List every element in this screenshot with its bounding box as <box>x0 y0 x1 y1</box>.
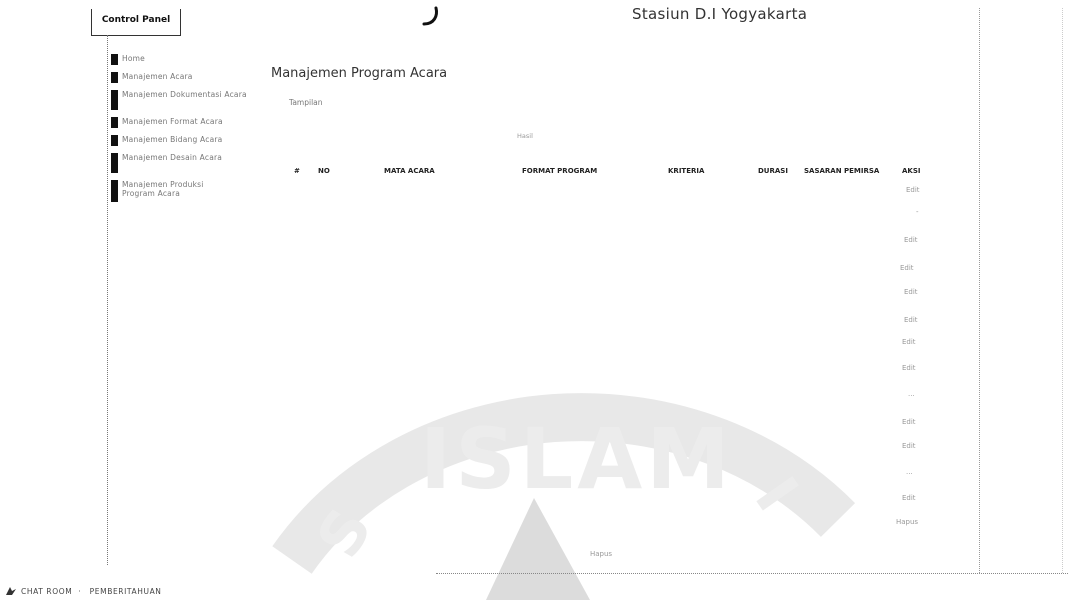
aksi-edit-link[interactable]: Edit <box>902 442 916 450</box>
bottom-center-text: Hapus <box>590 550 613 558</box>
sidebar-item-label: Manajemen Desain Acara <box>122 153 223 162</box>
aksi-edit-link[interactable]: Edit <box>900 264 914 272</box>
footer-separator: · <box>78 586 81 596</box>
right-divider <box>979 8 981 573</box>
column-header-sasaran-pemirsa: SASARAN PEMIRSA <box>804 167 880 175</box>
sidebar-item-label: Manajemen Acara <box>122 72 193 81</box>
aksi-edit-link[interactable]: Edit <box>904 316 918 324</box>
tampil-link[interactable]: Tampilan <box>289 98 323 107</box>
sidebar-item-manajemen-acara[interactable]: Manajemen Acara <box>111 72 261 83</box>
control-panel-tab[interactable]: Control Panel <box>91 9 181 36</box>
column-header-format-program: FORMAT PROGRAM <box>522 167 598 175</box>
sidebar-item-label: Manajemen Format Acara <box>122 117 223 126</box>
pemberitahuan-link[interactable]: PEMBERITAHUAN <box>90 587 162 596</box>
aksi-edit-link[interactable]: - <box>916 208 919 216</box>
aksi-hapus-link[interactable]: Hapus <box>896 518 918 526</box>
sidebar-item-label: Manajemen Dokumentasi Acara <box>122 90 247 99</box>
column-header-no: NO <box>318 167 330 175</box>
sidebar: Home Manajemen Acara Manajemen Dokumenta… <box>111 54 261 209</box>
sidebar-item-label: Manajemen Produksi Program Acara <box>122 180 204 198</box>
aksi-edit-link[interactable]: Edit <box>902 494 916 502</box>
sidebar-marker <box>111 117 118 128</box>
watermark-letter-right: I <box>741 465 811 523</box>
aksi-edit-link[interactable]: Edit <box>904 236 918 244</box>
sidebar-marker <box>111 135 118 146</box>
left-divider <box>107 35 109 565</box>
column-header-aksi: AKSI <box>902 167 921 175</box>
chat-icon <box>6 587 16 595</box>
column-header-hash: # <box>294 167 300 175</box>
chat-room-link[interactable]: CHAT ROOM <box>21 587 72 596</box>
sidebar-item-label: Manajemen Bidang Acara <box>122 135 223 144</box>
control-panel-label: Control Panel <box>101 15 171 25</box>
far-right-divider <box>1062 8 1064 573</box>
column-header-mata-acara: MATA ACARA <box>384 167 435 175</box>
watermark-letter-left: S <box>304 497 386 569</box>
aksi-edit-link[interactable]: Edit <box>904 288 918 296</box>
sidebar-marker <box>111 180 118 202</box>
logo-mark-icon <box>422 6 438 26</box>
aksi-edit-link[interactable]: ... <box>906 468 913 476</box>
sidebar-item-format-acara[interactable]: Manajemen Format Acara <box>111 117 261 128</box>
table-header: # NO MATA ACARA FORMAT PROGRAM KRITERIA … <box>0 167 1069 179</box>
sidebar-marker <box>111 90 118 110</box>
aksi-edit-link[interactable]: Edit <box>902 338 916 346</box>
aksi-edit-link[interactable]: ... <box>908 390 915 398</box>
sidebar-item-label: Home <box>122 54 145 63</box>
sidebar-item-bidang-acara[interactable]: Manajemen Bidang Acara <box>111 135 261 146</box>
center-note: Hasil <box>517 132 533 140</box>
sidebar-marker <box>111 72 118 83</box>
aksi-edit-link[interactable]: Edit <box>902 364 916 372</box>
column-header-durasi: DURASI <box>758 167 788 175</box>
page-title: Manajemen Program Acara <box>271 66 448 81</box>
sidebar-item-home[interactable]: Home <box>111 54 261 65</box>
watermark-text: ISLAM <box>420 410 734 508</box>
aksi-edit-link[interactable]: Edit <box>902 418 916 426</box>
sidebar-item-dokumentasi-acara[interactable]: Manajemen Dokumentasi Acara <box>111 90 261 110</box>
column-header-kriteria: KRITERIA <box>668 167 705 175</box>
footer: CHAT ROOM · PEMBERITAHUAN <box>4 585 162 597</box>
sidebar-marker <box>111 54 118 65</box>
bottom-rule <box>436 573 1068 574</box>
sidebar-item-produksi-program[interactable]: Manajemen Produksi Program Acara <box>111 180 261 202</box>
site-title: Stasiun D.I Yogyakarta <box>632 5 808 23</box>
aksi-edit-link[interactable]: Edit <box>906 186 920 194</box>
